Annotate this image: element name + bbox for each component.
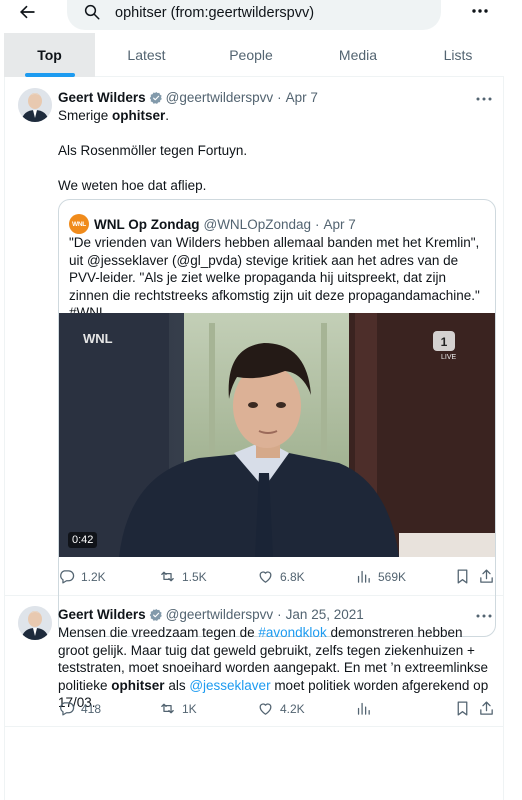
repost-icon — [161, 703, 174, 714]
reply-count: 418 — [81, 701, 102, 716]
tab-latest[interactable]: Latest — [95, 33, 198, 77]
tweet-actions: 418 1K 4.2K — [58, 700, 503, 720]
tweet-more-icon[interactable] — [475, 609, 493, 623]
logo-text: WNL — [72, 220, 86, 228]
share-icon — [480, 569, 493, 583]
views-chart-icon — [357, 570, 370, 583]
quote-header: WNL WNL Op Zondag @WNLOpZondag · Apr 7 — [69, 214, 356, 234]
reply-icon — [60, 702, 75, 716]
live-label: LIVE — [441, 354, 457, 361]
tweet-text: Smerige ophitser. Als Rosenmöller tegen … — [58, 107, 496, 195]
video-thumbnail: WNL 1 LIVE — [59, 313, 495, 557]
tab-label: People — [229, 47, 273, 63]
tweet-actions: 1.2K 1.5K 6.8K 569K — [58, 568, 503, 588]
tab-media[interactable]: Media — [304, 33, 412, 77]
tweet-paragraph: Smerige ophitser. — [58, 107, 496, 125]
view-count: 569K — [378, 569, 407, 584]
tweet[interactable]: Geert Wilders @geertwilderspvv · Jan 25,… — [5, 596, 503, 727]
search-tabs: Top Latest People Media Lists — [4, 33, 504, 77]
column-border — [503, 77, 504, 800]
repost-icon — [161, 571, 174, 582]
tab-lists[interactable]: Lists — [412, 33, 504, 77]
tweet-paragraph: We weten hoe dat afliep. — [58, 178, 207, 193]
views-button[interactable]: 569K — [355, 568, 406, 585]
reply-icon — [60, 570, 75, 584]
like-count: 4.2K — [280, 701, 305, 716]
bookmark-button[interactable] — [454, 700, 471, 717]
search-icon — [84, 4, 100, 20]
more-options-icon[interactable] — [470, 3, 490, 19]
author-handle[interactable]: @geertwilderspvv — [166, 607, 274, 622]
mention-link[interactable]: @jesseklaver — [189, 678, 270, 693]
text-span: . — [165, 108, 170, 123]
repost-count: 1K — [182, 701, 197, 716]
tab-people[interactable]: People — [198, 33, 304, 77]
tab-label: Media — [338, 47, 378, 63]
reply-button[interactable]: 418 — [58, 700, 101, 717]
like-button[interactable]: 4.2K — [257, 700, 305, 717]
watermark-text: WNL — [83, 331, 113, 346]
verified-badge-icon — [149, 91, 162, 104]
share-button[interactable] — [478, 568, 495, 585]
bookmark-button[interactable] — [454, 568, 471, 585]
author-name[interactable]: Geert Wilders — [58, 90, 146, 105]
author-handle[interactable]: @geertwilderspvv — [166, 90, 274, 105]
text-span: als — [164, 677, 190, 693]
search-input[interactable]: ophitser (from:geertwilderspvv) — [67, 0, 441, 30]
verified-badge-icon — [149, 608, 162, 621]
views-chart-icon — [357, 702, 370, 715]
bookmark-icon — [457, 569, 468, 584]
tab-top[interactable]: Top — [4, 33, 95, 77]
tab-label: Lists — [443, 47, 473, 63]
tweet-date[interactable]: Apr 7 — [286, 90, 318, 105]
like-button[interactable]: 6.8K — [257, 568, 305, 585]
highlighted-term: ophitser — [111, 677, 165, 693]
reply-button[interactable]: 1.2K — [58, 568, 106, 585]
top-bar: ophitser (from:geertwilderspvv) — [0, 0, 522, 33]
author-name[interactable]: Geert Wilders — [58, 607, 146, 622]
highlighted-term: ophitser — [112, 108, 166, 123]
share-button[interactable] — [478, 700, 495, 717]
search-query: ophitser (from:geertwilderspvv) — [115, 5, 315, 21]
quote-author-name[interactable]: WNL Op Zondag — [94, 217, 199, 232]
like-count: 6.8K — [280, 569, 305, 584]
tweet-date[interactable]: Jan 25, 2021 — [286, 607, 364, 622]
quote-avatar[interactable]: WNL — [69, 214, 89, 234]
repost-button[interactable]: 1K — [159, 700, 197, 717]
hashtag-link[interactable]: #avondklok — [258, 625, 326, 640]
share-icon — [480, 701, 493, 715]
tweet-paragraph: Als Rosenmöller tegen Fortuyn. — [58, 143, 248, 158]
video-duration: 0:42 — [68, 532, 98, 548]
repost-count: 1.5K — [182, 569, 207, 584]
separator-dot: · — [277, 607, 282, 622]
heart-icon — [259, 703, 272, 715]
back-arrow-icon[interactable] — [17, 2, 37, 22]
video-player[interactable]: WNL 1 LIVE 0:42 — [59, 313, 495, 557]
separator-dot: · — [277, 90, 282, 105]
quote-author-handle[interactable]: @WNLOpZondag — [203, 217, 311, 232]
svg-text:1: 1 — [441, 335, 448, 349]
reply-count: 1.2K — [81, 569, 106, 584]
tweet[interactable]: Geert Wilders @geertwilderspvv · Apr 7 S… — [5, 77, 503, 637]
tweet-text: Mensen die vreedzaam tegen de #avondklok… — [58, 624, 496, 712]
bookmark-icon — [457, 701, 468, 716]
avatar[interactable] — [18, 606, 52, 640]
tab-label: Top — [37, 47, 62, 63]
tweet-header: Geert Wilders @geertwilderspvv · Apr 7 — [58, 90, 318, 105]
heart-icon — [259, 571, 272, 583]
text-span: Smerige — [58, 108, 113, 123]
separator-dot: · — [314, 216, 320, 232]
avatar[interactable] — [18, 88, 52, 122]
quote-text: "De vrienden van Wilders hebben allemaal… — [69, 235, 480, 320]
text-span: Mensen die vreedzaam tegen de — [58, 625, 259, 640]
tab-label: Latest — [127, 47, 166, 63]
quote-date[interactable]: Apr 7 — [323, 217, 355, 232]
tweet-header: Geert Wilders @geertwilderspvv · Jan 25,… — [58, 607, 364, 622]
tweet-more-icon[interactable] — [475, 92, 493, 106]
views-button[interactable] — [355, 700, 372, 717]
repost-button[interactable]: 1.5K — [159, 568, 207, 585]
